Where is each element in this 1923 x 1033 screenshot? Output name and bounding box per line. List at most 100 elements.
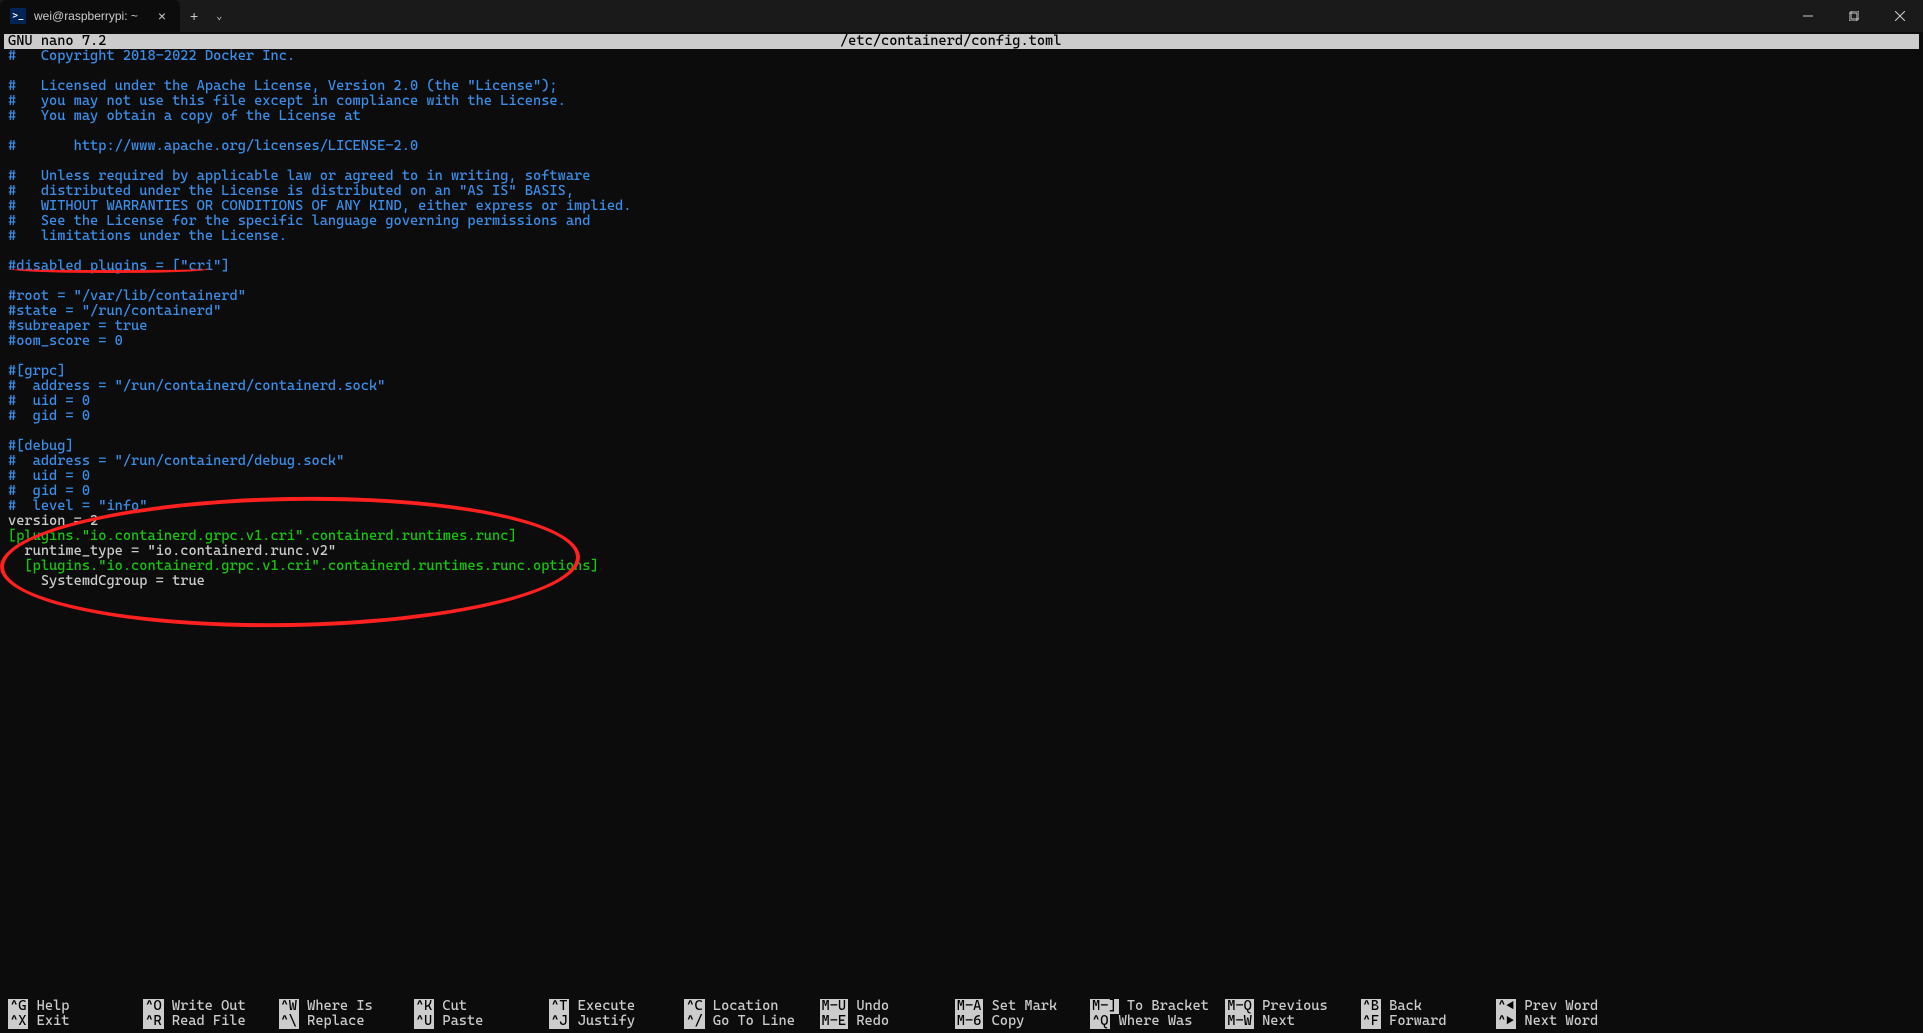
editor-body[interactable]: # Copyright 2018-2022 Docker Inc. # Lice… — [8, 49, 1915, 589]
shortcut-desc: Help — [28, 999, 143, 1014]
tab-title: wei@raspberrypi: ~ — [34, 9, 146, 23]
shortcut-desc: Set Mark — [983, 999, 1090, 1014]
shortcut-desc: Prev Word — [1516, 999, 1631, 1014]
editor-line: # level = "info" — [8, 499, 1915, 514]
nano-filepath: /etc/containerd/config.toml — [106, 34, 1795, 49]
editor-line: # http://www.apache.org/licenses/LICENSE… — [8, 139, 1915, 154]
editor-line: # gid = 0 — [8, 484, 1915, 499]
nano-shortcut: ^/ Go To Line — [684, 1014, 819, 1029]
nano-shortcut: ^U Paste — [414, 1014, 549, 1029]
shortcut-key: ^K — [414, 999, 434, 1014]
shortcut-desc: Next Word — [1516, 1014, 1631, 1029]
terminal-tab[interactable]: >_ wei@raspberrypi: ~ × — [0, 0, 180, 32]
nano-shortcut: M-] To Bracket — [1090, 999, 1225, 1014]
nano-shortcut: M-E Redo — [820, 1014, 955, 1029]
shortcut-desc: Justify — [569, 1014, 684, 1029]
shortcut-desc: Paste — [434, 1014, 549, 1029]
window-controls — [1785, 0, 1923, 32]
nano-shortcut: ^J Justify — [549, 1014, 684, 1029]
shortcut-key: ^X — [8, 1014, 28, 1029]
shortcut-key: ^/ — [684, 1014, 704, 1029]
shortcut-desc: Previous — [1254, 999, 1361, 1014]
editor-line: # address = "/run/containerd/containerd.… — [8, 379, 1915, 394]
shortcut-key: ^W — [279, 999, 299, 1014]
shortcut-key: ^J — [549, 1014, 569, 1029]
editor-line — [8, 154, 1915, 169]
powershell-icon: >_ — [10, 8, 26, 24]
editor-line: #oom_score = 0 — [8, 334, 1915, 349]
shortcut-key: ^\ — [279, 1014, 299, 1029]
editor-line — [8, 124, 1915, 139]
footer-row-1: ^G Help ^O Write Out ^W Where Is ^K Cut … — [8, 999, 1915, 1014]
editor-line: #disabled_plugins = ["cri"] — [8, 259, 1915, 274]
editor-line: #root = "/var/lib/containerd" — [8, 289, 1915, 304]
nano-shortcut: ^W Where Is — [279, 999, 414, 1014]
editor-line: version = 2 — [8, 514, 1915, 529]
tabs-area: >_ wei@raspberrypi: ~ × + ⌄ — [0, 0, 230, 32]
shortcut-desc: Back — [1381, 999, 1496, 1014]
terminal-content[interactable]: GNU nano 7.2 /etc/containerd/config.toml… — [0, 32, 1923, 591]
editor-line: # WITHOUT WARRANTIES OR CONDITIONS OF AN… — [8, 199, 1915, 214]
shortcut-key: ^R — [143, 1014, 163, 1029]
shortcut-key: ^T — [549, 999, 569, 1014]
shortcut-desc: Undo — [848, 999, 955, 1014]
nano-shortcut: ^O Write Out — [143, 999, 278, 1014]
shortcut-desc: Redo — [848, 1014, 955, 1029]
editor-line: [plugins."io.containerd.grpc.v1.cri".con… — [8, 559, 1915, 574]
new-tab-button[interactable]: + — [180, 8, 208, 24]
nano-shortcut: ^K Cut — [414, 999, 549, 1014]
shortcut-key: ^Q — [1090, 1014, 1110, 1029]
editor-line: # distributed under the License is distr… — [8, 184, 1915, 199]
editor-line: # Unless required by applicable law or a… — [8, 169, 1915, 184]
shortcut-key: M-6 — [955, 1014, 984, 1029]
nano-shortcut: ^▶ Next Word — [1496, 1014, 1631, 1029]
nano-shortcut: ^T Execute — [549, 999, 684, 1014]
nano-shortcut: M-W Next — [1225, 1014, 1360, 1029]
shortcut-key: M-A — [955, 999, 984, 1014]
editor-line: # uid = 0 — [8, 394, 1915, 409]
maximize-button[interactable] — [1831, 0, 1877, 32]
editor-line: # You may obtain a copy of the License a… — [8, 109, 1915, 124]
shortcut-key: ^O — [143, 999, 163, 1014]
editor-line: # address = "/run/containerd/debug.sock" — [8, 454, 1915, 469]
shortcut-desc: Location — [705, 999, 820, 1014]
nano-shortcut: ^Q Where Was — [1090, 1014, 1225, 1029]
tab-dropdown-button[interactable]: ⌄ — [208, 11, 230, 22]
shortcut-desc: Read File — [164, 1014, 279, 1029]
close-tab-button[interactable]: × — [154, 8, 170, 24]
minimize-button[interactable] — [1785, 0, 1831, 32]
editor-line: # gid = 0 — [8, 409, 1915, 424]
editor-line: #subreaper = true — [8, 319, 1915, 334]
nano-shortcut: ^C Location — [684, 999, 819, 1014]
close-window-button[interactable] — [1877, 0, 1923, 32]
shortcut-desc: Forward — [1381, 1014, 1496, 1029]
shortcut-key: ^C — [684, 999, 704, 1014]
nano-header: GNU nano 7.2 /etc/containerd/config.toml — [4, 34, 1919, 49]
editor-line: #[debug] — [8, 439, 1915, 454]
nano-shortcut: M-Q Previous — [1225, 999, 1360, 1014]
nano-shortcut: M-6 Copy — [955, 1014, 1090, 1029]
editor-line — [8, 64, 1915, 79]
editor-line: runtime_type = "io.containerd.runc.v2" — [8, 544, 1915, 559]
nano-shortcut: ^◀ Prev Word — [1496, 999, 1631, 1014]
window-titlebar: >_ wei@raspberrypi: ~ × + ⌄ — [0, 0, 1923, 32]
shortcut-key: M-U — [820, 999, 849, 1014]
nano-shortcut: ^G Help — [8, 999, 143, 1014]
shortcut-desc: Replace — [299, 1014, 414, 1029]
nano-footer: ^G Help ^O Write Out ^W Where Is ^K Cut … — [0, 999, 1923, 1033]
shortcut-desc: Where Was — [1110, 1014, 1225, 1029]
nano-app-name: GNU nano 7.2 — [8, 34, 106, 49]
editor-line — [8, 424, 1915, 439]
shortcut-desc: Execute — [569, 999, 684, 1014]
shortcut-desc: Write Out — [164, 999, 279, 1014]
editor-line — [8, 349, 1915, 364]
editor-line: # Licensed under the Apache License, Ver… — [8, 79, 1915, 94]
shortcut-key: ^◀ — [1496, 999, 1516, 1014]
nano-shortcut: ^\ Replace — [279, 1014, 414, 1029]
nano-shortcut: M-U Undo — [820, 999, 955, 1014]
shortcut-key: ^▶ — [1496, 1014, 1516, 1029]
editor-line: SystemdCgroup = true — [8, 574, 1915, 589]
nano-shortcut: ^B Back — [1361, 999, 1496, 1014]
editor-line — [8, 274, 1915, 289]
editor-line: # Copyright 2018-2022 Docker Inc. — [8, 49, 1915, 64]
